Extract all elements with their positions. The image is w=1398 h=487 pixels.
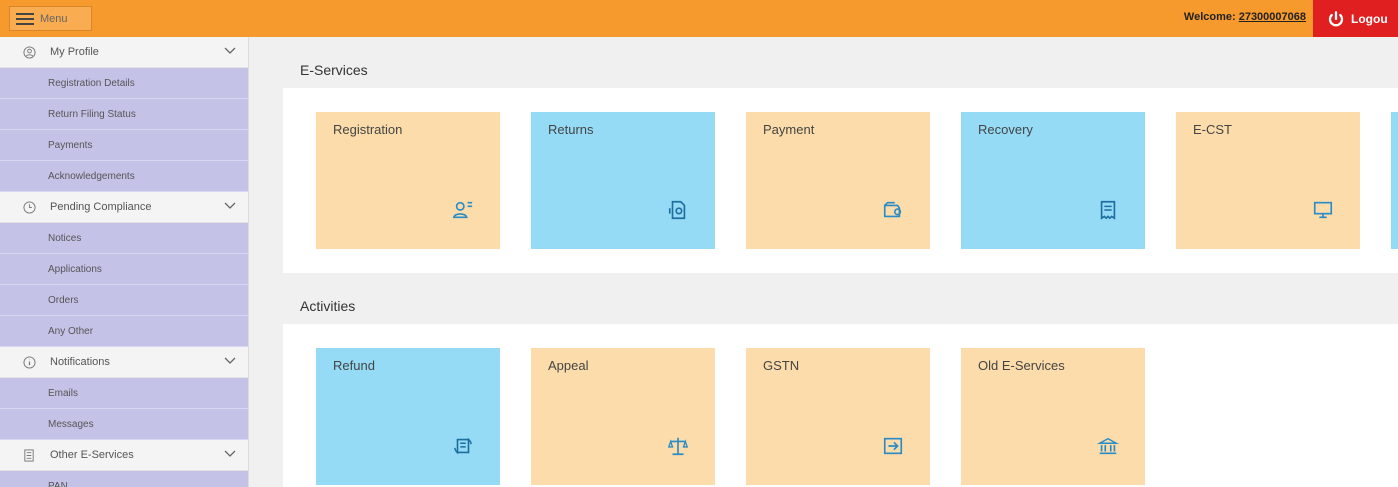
tile-appeal[interactable]: Appeal (531, 348, 715, 485)
sidebar-item-pan[interactable]: PAN (0, 471, 248, 487)
section-label: Notifications (50, 356, 110, 368)
tile-e-cst[interactable]: E-CST (1176, 112, 1360, 249)
sidebar-item-payments[interactable]: Payments (0, 130, 248, 161)
hamburger-icon (16, 12, 34, 25)
transfer-icon (883, 437, 903, 455)
tile-label: GSTN (763, 358, 800, 373)
chevron-down-icon[interactable] (224, 357, 236, 365)
tile-label: Recovery (978, 122, 1033, 137)
document-icon (22, 448, 36, 462)
menu-label: Menu (40, 12, 68, 25)
tile-recovery[interactable]: Recovery (961, 112, 1145, 249)
sidebar-section-other-e-services[interactable]: Other E-Services (0, 440, 248, 471)
tile-label: Refund (333, 358, 375, 373)
power-icon (1328, 10, 1344, 26)
sidebar-section-my-profile[interactable]: My Profile (0, 37, 248, 68)
sidebar-item-return-filing-status[interactable]: Return Filing Status (0, 99, 248, 130)
top-bar: Menu Welcome: 27300007068 Logou (0, 0, 1398, 37)
user-list-icon (452, 201, 473, 219)
tile-refund[interactable]: Refund (316, 348, 500, 485)
sidebar-item-any-other[interactable]: Any Other (0, 316, 248, 347)
main-content: E-Services Registration Returns Payment (249, 37, 1398, 487)
activities-heading: Activities (300, 298, 356, 314)
sidebar: My Profile Registration Details Return F… (0, 37, 249, 487)
sidebar-section-pending-compliance[interactable]: Pending Compliance (0, 192, 248, 223)
sidebar-item-orders[interactable]: Orders (0, 285, 248, 316)
welcome-text: Welcome: 27300007068 (1184, 11, 1306, 23)
monitor-icon (1313, 201, 1333, 219)
section-label: Other E-Services (50, 449, 134, 461)
info-icon (22, 355, 36, 369)
activities-panel: Refund Appeal GSTN Old E-Services (283, 324, 1398, 487)
sidebar-item-messages[interactable]: Messages (0, 409, 248, 440)
section-label: My Profile (50, 46, 99, 58)
section-label: Pending Compliance (50, 201, 152, 213)
bank-icon (1097, 437, 1119, 455)
tile-label: Returns (548, 122, 594, 137)
tile-payment[interactable]: Payment (746, 112, 930, 249)
sidebar-item-applications[interactable]: Applications (0, 254, 248, 285)
logout-button[interactable]: Logou (1313, 0, 1398, 37)
user-circle-icon (22, 45, 36, 59)
tile-partial-next[interactable] (1391, 112, 1398, 249)
eservices-panel: Registration Returns Payment Recovery E-… (283, 88, 1398, 273)
tile-label: E-CST (1193, 122, 1232, 137)
tile-label: Old E-Services (978, 358, 1065, 373)
refund-icon (454, 438, 472, 454)
sidebar-section-notifications[interactable]: Notifications (0, 347, 248, 378)
chevron-down-icon[interactable] (224, 47, 236, 55)
wallet-icon (883, 201, 902, 218)
tile-gstn[interactable]: GSTN (746, 348, 930, 485)
user-id: 27300007068 (1238, 11, 1306, 23)
sidebar-item-notices[interactable]: Notices (0, 223, 248, 254)
sidebar-item-acknowledgements[interactable]: Acknowledgements (0, 161, 248, 192)
tile-old-e-services[interactable]: Old E-Services (961, 348, 1145, 485)
eservices-heading: E-Services (300, 62, 368, 78)
clock-icon (22, 200, 36, 214)
receipt-icon (1100, 200, 1116, 220)
tile-returns[interactable]: Returns (531, 112, 715, 249)
sidebar-item-emails[interactable]: Emails (0, 378, 248, 409)
menu-button[interactable]: Menu (9, 6, 92, 31)
sidebar-item-registration-details[interactable]: Registration Details (0, 68, 248, 99)
scales-icon (667, 437, 689, 456)
tile-label: Payment (763, 122, 815, 137)
chevron-down-icon[interactable] (224, 202, 236, 210)
document-return-icon (668, 200, 686, 220)
chevron-down-icon[interactable] (224, 450, 236, 458)
tile-label: Registration (333, 122, 403, 137)
welcome-prefix: Welcome: (1183, 11, 1239, 23)
tile-label: Appeal (548, 358, 589, 373)
logout-label: Logou (1351, 11, 1388, 26)
tile-registration[interactable]: Registration (316, 112, 500, 249)
